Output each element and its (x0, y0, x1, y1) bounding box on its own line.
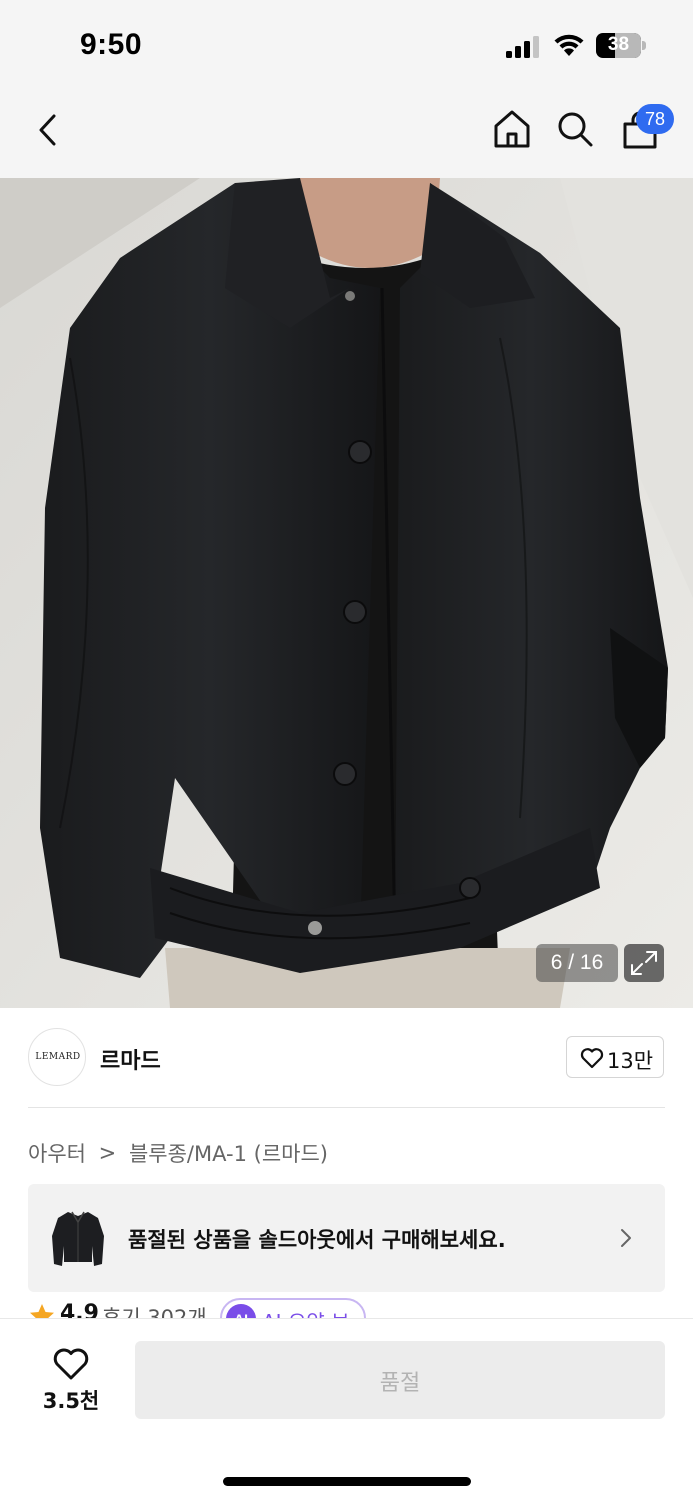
review-row[interactable]: 4.9 후기 302개 AI AI 요약 보기 (28, 1298, 665, 1318)
home-indicator (223, 1477, 471, 1486)
battery-indicator: 38 (596, 33, 646, 58)
expand-icon[interactable] (624, 944, 664, 982)
brand-like-count: 13만 (607, 1049, 654, 1073)
brand-like-button[interactable]: 13만 (566, 1036, 664, 1078)
top-nav-bar: 78 (0, 88, 693, 178)
brand-logo[interactable]: LEMARD (28, 1028, 86, 1086)
chevron-right-icon (621, 1229, 631, 1247)
soldout-banner[interactable]: 품절된 상품을 솔드아웃에서 구매해보세요. (28, 1184, 665, 1292)
cellular-signal-icon (506, 36, 539, 58)
heart-icon (580, 1048, 604, 1069)
battery-body: 38 (596, 33, 641, 58)
divider (28, 1107, 665, 1108)
brand-row[interactable]: LEMARD 르마드 13만 (28, 1028, 665, 1086)
home-icon[interactable] (492, 108, 532, 150)
breadcrumb-category[interactable]: 아우터 (28, 1138, 86, 1168)
search-icon[interactable] (556, 110, 594, 148)
jacket-thumbnail (52, 1211, 104, 1266)
battery-percent: 38 (607, 34, 630, 55)
product-photo (0, 178, 693, 1008)
star-icon (30, 1304, 54, 1318)
chevron-left-icon[interactable] (32, 110, 68, 150)
review-count[interactable]: 후기 302개 (102, 1302, 207, 1318)
ai-badge: AI (226, 1304, 256, 1318)
brand-logo-text: LEMARD (35, 1052, 81, 1062)
status-time: 9:50 (80, 28, 143, 61)
product-image[interactable] (0, 178, 693, 1008)
breadcrumb: 아우터 > 블루종/MA-1 (르마드) (28, 1138, 328, 1168)
brand-name[interactable]: 르마드 (100, 1043, 161, 1075)
soldout-message: 품절된 상품을 솔드아웃에서 구매해보세요. (128, 1228, 506, 1252)
soldout-buy-button[interactable]: 품절 (135, 1341, 665, 1419)
wish-count: 3.5천 (42, 1389, 100, 1413)
buy-button-label: 품절 (379, 1371, 421, 1396)
bottom-action-bar: 3.5천 품절 (0, 1318, 693, 1500)
ai-summary-button[interactable]: AI AI 요약 보기 (220, 1298, 366, 1318)
image-counter: 6 / 16 (536, 944, 618, 982)
heart-icon[interactable] (52, 1347, 90, 1381)
ai-summary-label: AI 요약 보기 (262, 1306, 364, 1318)
wifi-icon (554, 34, 584, 56)
breadcrumb-separator: > (98, 1141, 117, 1165)
breadcrumb-subcategory[interactable]: 블루종/MA-1 (르마드) (129, 1138, 328, 1168)
cart-count-badge: 78 (636, 104, 674, 134)
status-bar: 9:50 38 (0, 0, 693, 88)
review-score: 4.9 (60, 1301, 99, 1318)
